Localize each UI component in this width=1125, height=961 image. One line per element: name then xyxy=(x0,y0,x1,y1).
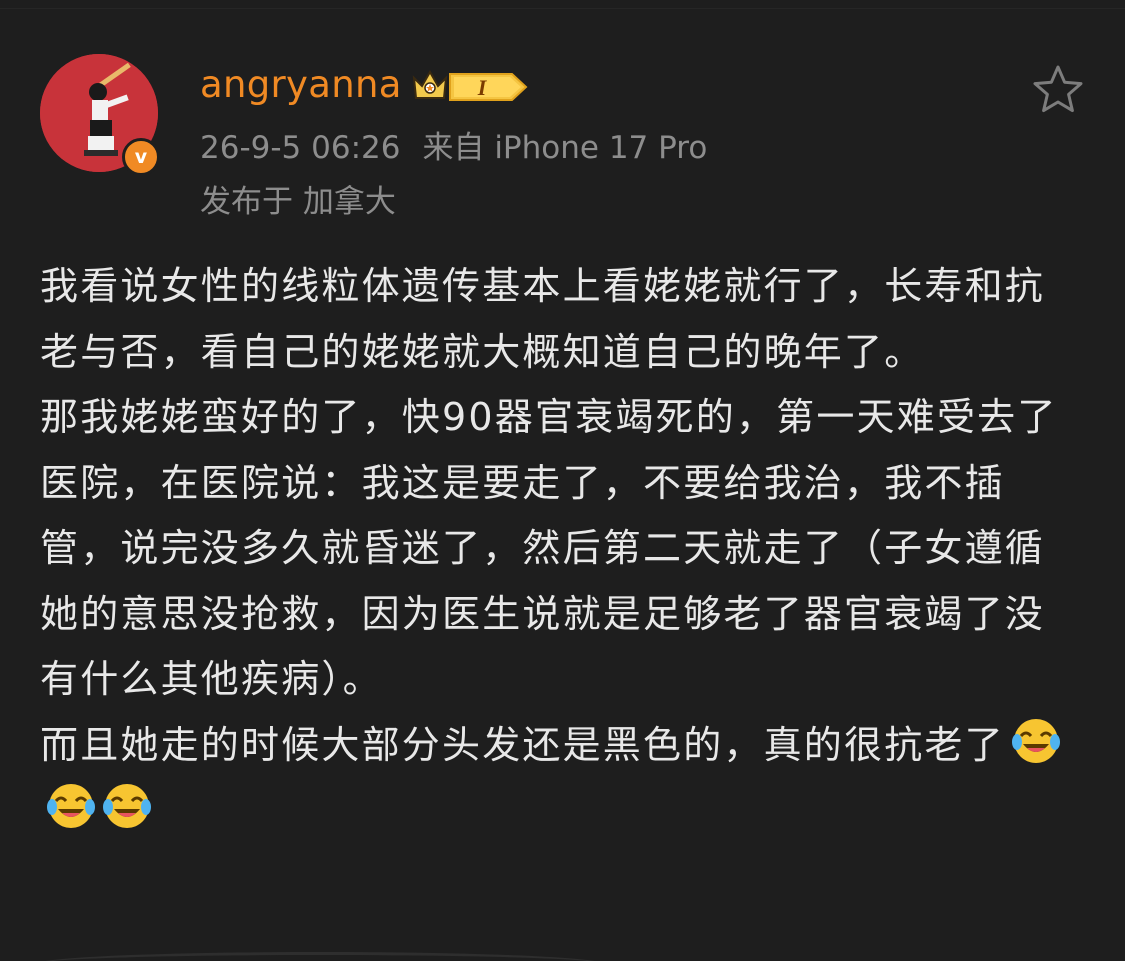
next-card-edge xyxy=(40,952,600,961)
post-content: 我看说女性的线粒体遗传基本上看姥姥就行了，长寿和抗老与否，看自己的姥姥就大概知道… xyxy=(40,254,1085,844)
username[interactable]: angryanna xyxy=(200,60,402,110)
level-badge[interactable]: I xyxy=(410,66,530,106)
crown-level-badge-icon: I xyxy=(412,69,528,101)
verified-badge: v xyxy=(122,138,160,176)
divider xyxy=(0,8,1125,9)
laughing-crying-icon xyxy=(46,781,96,831)
post-timestamp: 26-9-5 06:26 xyxy=(200,130,401,166)
laughing-crying-icon xyxy=(1011,716,1061,766)
weibo-post: v angryanna I 26-9-5 06:26 来自 iPhone 17 P… xyxy=(0,0,1125,961)
level-text: I xyxy=(477,75,488,100)
post-location: 发布于 加拿大 xyxy=(200,184,396,220)
post-paragraph: 那我姥姥蛮好的了，快90器官衰竭死的，第一天难受去了医院，在医院说：我这是要走了… xyxy=(40,395,1058,701)
post-paragraph-text: 而且她走的时候大部分头发还是黑色的，真的很抗老了 xyxy=(40,722,1005,767)
post-meta: 26-9-5 06:26 来自 iPhone 17 Pro xyxy=(200,126,707,170)
star-outline-icon xyxy=(1033,65,1083,113)
laughing-crying-icon xyxy=(102,781,152,831)
favorite-button[interactable] xyxy=(1030,62,1086,118)
post-source: 来自 iPhone 17 Pro xyxy=(422,130,708,166)
post-paragraph: 而且她走的时候大部分头发还是黑色的，真的很抗老了 xyxy=(40,713,1085,844)
verified-v-icon: v xyxy=(134,146,148,168)
post-paragraph: 我看说女性的线粒体遗传基本上看姥姥就行了，长寿和抗老与否，看自己的姥姥就大概知道… xyxy=(40,264,1046,374)
